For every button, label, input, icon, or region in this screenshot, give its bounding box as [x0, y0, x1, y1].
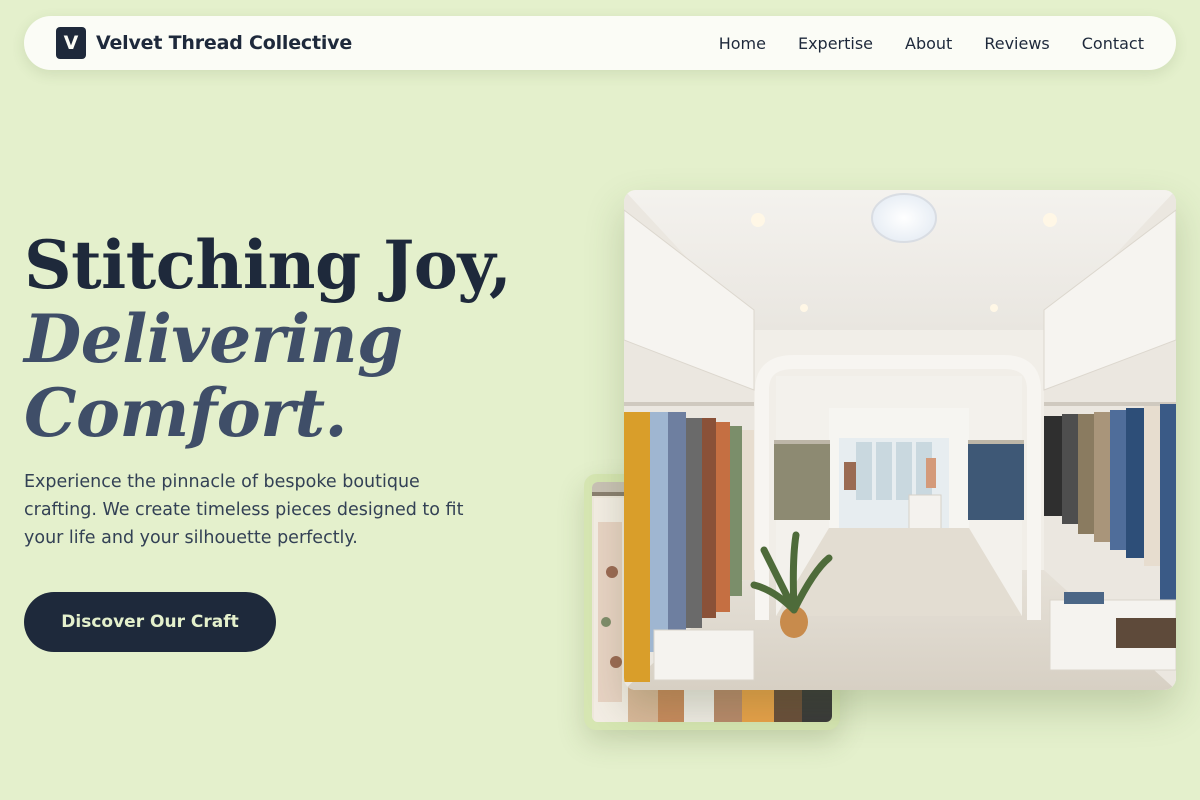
logo-mark-icon: V [56, 27, 86, 59]
site-header: V Velvet Thread Collective Home Expertis… [24, 16, 1176, 70]
boutique-interior-photo [624, 190, 1176, 690]
hero-title-line-1: Stitching Joy, [24, 226, 512, 304]
hero-title-line-3: Comfort. [24, 374, 348, 452]
main-navigation: Home Expertise About Reviews Contact [719, 34, 1144, 53]
hero-title-line-2: Delivering [24, 300, 403, 378]
discover-craft-button[interactable]: Discover Our Craft [24, 592, 276, 652]
nav-link-reviews[interactable]: Reviews [984, 34, 1049, 53]
nav-link-about[interactable]: About [905, 34, 952, 53]
nav-link-home[interactable]: Home [719, 34, 766, 53]
nav-link-contact[interactable]: Contact [1082, 34, 1144, 53]
hero-title: Stitching Joy, Delivering Comfort. [24, 228, 584, 450]
nav-link-expertise[interactable]: Expertise [798, 34, 873, 53]
brand-name: Velvet Thread Collective [96, 32, 353, 54]
hero-description: Experience the pinnacle of bespoke bouti… [24, 472, 464, 548]
boutique-interior-photo-frame [624, 190, 1176, 690]
brand-logo[interactable]: V Velvet Thread Collective [56, 27, 352, 59]
